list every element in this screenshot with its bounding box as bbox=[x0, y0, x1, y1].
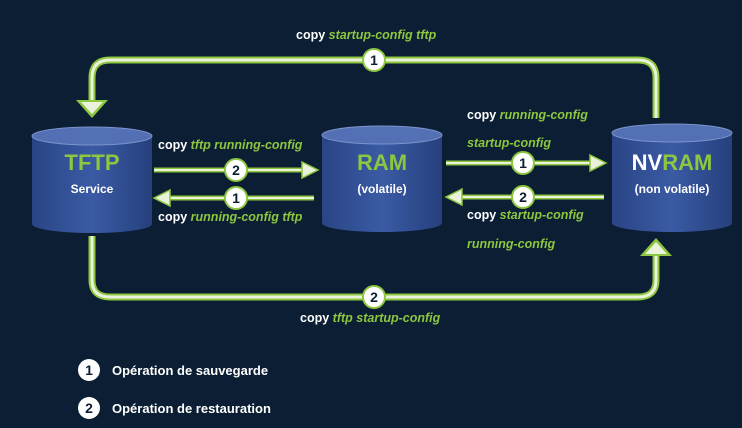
label-nvram-to-ram-command-1: startup-config bbox=[499, 208, 584, 222]
ram-cylinder bbox=[321, 125, 443, 232]
label-ram-to-nvram-command-1: running-config bbox=[499, 108, 588, 122]
legend-badge-2: 2 bbox=[78, 397, 100, 419]
label-ram-to-nvram-command-2: startup-config bbox=[467, 136, 552, 150]
label-nvram-to-ram-command-2: running-config bbox=[467, 237, 556, 251]
nvram-cylinder bbox=[611, 123, 733, 232]
badge-ram-to-nvram-number: 1 bbox=[519, 155, 527, 171]
badge-bottom: 2 bbox=[362, 285, 386, 309]
label-bottom: copy tftp startup-config bbox=[300, 311, 440, 325]
badge-ram-to-tftp: 1 bbox=[224, 186, 248, 210]
label-top: copy startup-config tftp bbox=[296, 28, 436, 42]
legend-text-save: Opération de sauvegarde bbox=[112, 362, 269, 378]
badge-ram-to-nvram: 1 bbox=[511, 151, 535, 175]
label-bottom-command: tftp startup-config bbox=[332, 311, 441, 325]
arrow-bottom-loop bbox=[88, 236, 672, 301]
badge-tftp-to-ram: 2 bbox=[224, 158, 248, 182]
label-ram-to-tftp: copy running-config tftp bbox=[158, 210, 302, 224]
label-nvram-to-ram: copy startup-config bbox=[467, 208, 584, 222]
tftp-cylinder bbox=[31, 126, 153, 233]
tftp-subtitle: Service bbox=[70, 182, 114, 196]
badge-bottom-number: 2 bbox=[370, 289, 378, 305]
label-ram-to-tftp-copy: copy bbox=[158, 210, 188, 224]
ram-title: RAM bbox=[356, 150, 408, 175]
label-bottom-copy: copy bbox=[300, 311, 330, 325]
label-nvram-to-ram-copy: copy bbox=[467, 208, 497, 222]
label-ram-to-nvram-copy: copy bbox=[467, 108, 497, 122]
label-top-copy: copy bbox=[296, 28, 326, 42]
nvram-title: NVRAM bbox=[612, 150, 732, 176]
legend-item-save: 1 Opération de sauvegarde bbox=[78, 357, 268, 383]
label-ram-to-nvram: copy running-config bbox=[467, 108, 588, 122]
label-tftp-to-ram-command: tftp running-config bbox=[190, 138, 303, 152]
nvram-title-suffix: RAM bbox=[662, 150, 713, 175]
label-tftp-to-ram-copy: copy bbox=[158, 138, 188, 152]
badge-nvram-to-ram: 2 bbox=[511, 185, 535, 209]
label-top-command: startup-config tftp bbox=[328, 28, 437, 42]
badge-tftp-to-ram-number: 2 bbox=[232, 162, 240, 178]
label-tftp-to-ram: copy tftp running-config bbox=[158, 138, 302, 152]
nvram-subtitle: (non volatile) bbox=[634, 182, 710, 196]
diagram-canvas: 1 2 1 1 2 2 TFTP Service RAM (volatile) … bbox=[0, 0, 742, 428]
legend-badge-1: 1 bbox=[78, 359, 100, 381]
nvram-title-prefix: NV bbox=[631, 150, 663, 175]
badge-top-number: 1 bbox=[370, 52, 378, 68]
badge-ram-to-tftp-number: 1 bbox=[232, 190, 240, 206]
tftp-title: TFTP bbox=[64, 150, 120, 175]
badge-nvram-to-ram-number: 2 bbox=[519, 189, 527, 205]
badge-top: 1 bbox=[362, 48, 386, 72]
ram-subtitle: (volatile) bbox=[357, 182, 407, 196]
legend-text-restore: Opération de restauration bbox=[112, 400, 271, 416]
legend-item-restore: 2 Opération de restauration bbox=[78, 395, 271, 421]
label-ram-to-tftp-command: running-config tftp bbox=[190, 210, 303, 224]
